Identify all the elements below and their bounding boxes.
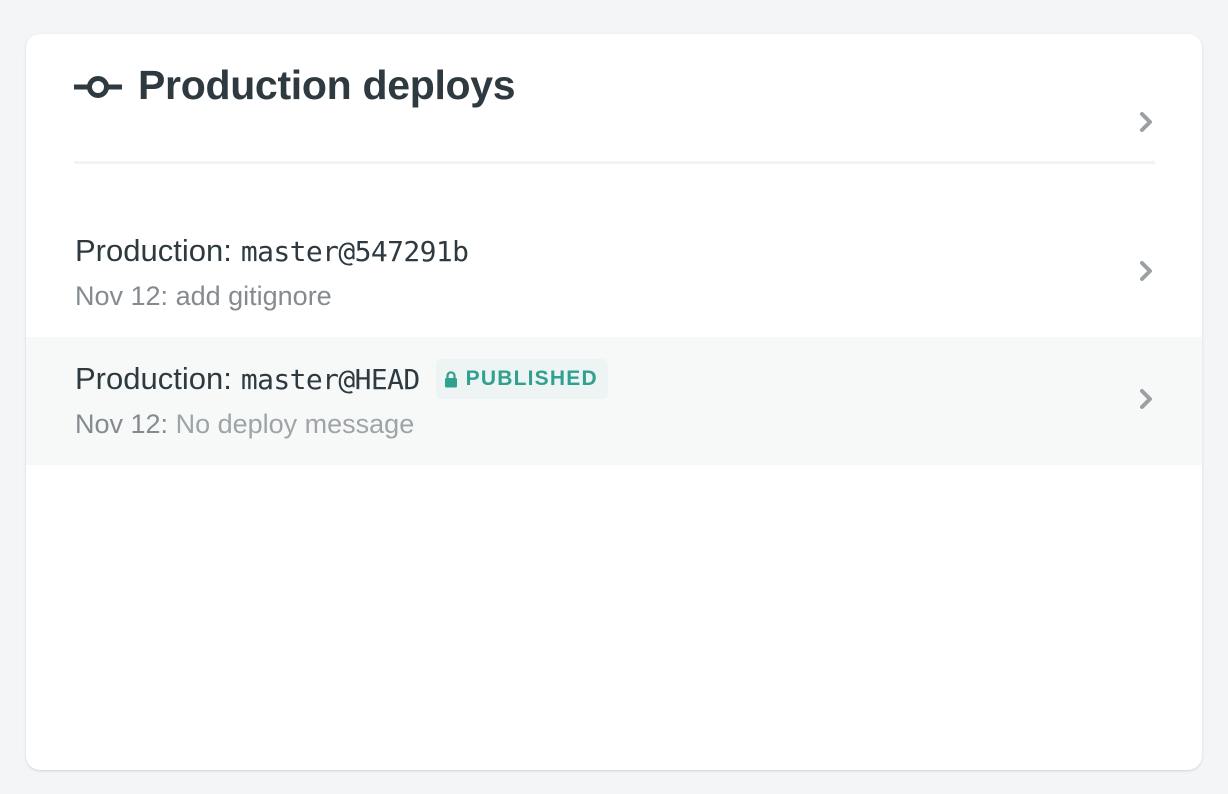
deploy-environment: Production: — [75, 233, 232, 268]
deploy-ref: master@HEAD — [240, 362, 420, 396]
git-commit-icon — [74, 75, 122, 98]
badge-label: PUBLISHED — [465, 367, 598, 390]
chevron-right-icon[interactable] — [1137, 387, 1155, 411]
production-deploys-card: Production deploys Production: master@54… — [26, 34, 1202, 770]
deploy-list: Production: master@547291b Nov 12: add g… — [26, 209, 1202, 465]
deploy-environment: Production: — [75, 361, 232, 396]
panel-title: Production deploys — [138, 62, 516, 108]
deploy-message: add gitignore — [175, 281, 332, 311]
deploy-message: No deploy message — [175, 409, 415, 439]
deploy-date: Nov 12: — [75, 281, 169, 311]
panel-header-link[interactable]: Production deploys — [74, 34, 1155, 164]
published-badge: PUBLISHED — [435, 359, 608, 399]
deploy-ref: master@547291b — [240, 234, 469, 268]
deploy-row[interactable]: Production: master@547291b Nov 12: add g… — [26, 209, 1202, 337]
deploy-date: Nov 12: — [75, 409, 169, 439]
chevron-right-icon[interactable] — [1137, 259, 1155, 283]
chevron-right-icon[interactable] — [1137, 110, 1155, 134]
deploy-row[interactable]: Production: master@HEAD PUBLISHED Nov 12… — [26, 337, 1202, 465]
lock-icon — [444, 370, 457, 387]
